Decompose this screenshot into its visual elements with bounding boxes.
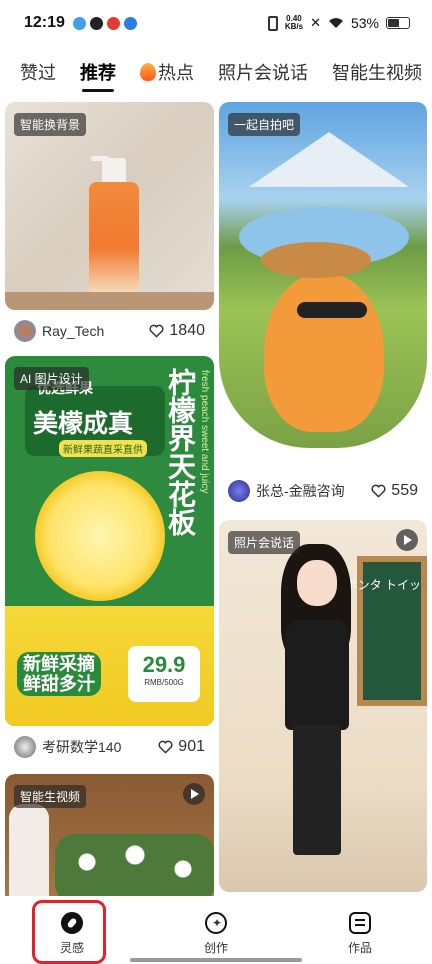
feed-grid[interactable]: 智能换背景 Ray_Tech 1840 优选鲜果 美檬成真 新鲜果蔬直采直供 柠…	[0, 100, 432, 896]
poster-headline: 美檬成真	[33, 410, 134, 438]
wifi-icon	[328, 18, 343, 28]
card-tag: 智能换背景	[14, 113, 87, 136]
heart-icon	[149, 324, 164, 338]
heart-icon	[371, 484, 386, 498]
price-unit: RMB/500G	[144, 678, 184, 687]
card-image[interactable]: ロボンタ トイッ 照片会说话	[219, 520, 427, 892]
tab-label: 热点	[158, 63, 194, 83]
tab-talking-photo[interactable]: 照片会说话	[218, 56, 308, 92]
card-tag: 智能生视频	[14, 785, 87, 808]
card-tag: 一起自拍吧	[228, 113, 301, 136]
card-image[interactable]: 智能换背景	[5, 102, 214, 310]
like-count: 559	[391, 482, 418, 499]
feed-card[interactable]: 智能换背景 Ray_Tech 1840	[5, 102, 214, 352]
card-meta: Ray_Tech 1840	[5, 310, 214, 352]
shelf-graphic	[5, 292, 214, 310]
net-speed: 0.40 KB/s	[285, 15, 303, 31]
card-image[interactable]: 智能生视频	[5, 774, 214, 896]
chef-graphic	[9, 804, 49, 896]
author-name[interactable]: Ray_Tech	[42, 323, 149, 339]
cat-glasses-graphic	[297, 302, 367, 318]
card-image[interactable]: 优选鲜果 美檬成真 新鲜果蔬直采直供 柠檬界天花板 fresh peach sw…	[5, 356, 214, 726]
tab-liked[interactable]: 赞过	[20, 56, 56, 92]
play-icon[interactable]	[396, 529, 418, 551]
nav-label: 创作	[203, 941, 228, 955]
avatar[interactable]	[228, 480, 250, 502]
status-app-icons	[72, 16, 137, 30]
poster-tagline: 新鲜果蔬直采直供	[59, 440, 147, 457]
like-count: 1840	[169, 322, 205, 339]
avatar[interactable]	[14, 320, 36, 342]
no-sim-icon: ✕	[310, 15, 321, 30]
play-icon[interactable]	[183, 783, 205, 805]
app-notification-icon	[89, 16, 103, 30]
bottle-graphic	[102, 158, 126, 184]
net-speed-unit: KB/s	[284, 22, 304, 31]
price-value: 29.9	[142, 652, 186, 677]
bottom-nav: 灵感 ✦ 创作 作品	[0, 896, 432, 964]
like-count: 901	[178, 738, 205, 755]
tab-label: 推荐	[80, 63, 116, 83]
poster-english: fresh peach sweet and juicy	[199, 370, 210, 494]
poster-slogan: 新鲜采摘 鲜甜多汁	[17, 652, 101, 696]
cat-hat-graphic	[261, 242, 371, 278]
home-indicator[interactable]	[130, 958, 302, 962]
category-tabs: 赞过 推荐 热点 照片会说话 智能生视频	[0, 56, 432, 96]
nav-inspiration[interactable]: 灵感	[0, 896, 144, 964]
avatar[interactable]	[14, 736, 36, 758]
vibrate-icon	[267, 15, 278, 31]
poster-slogan-line: 新鲜采摘	[23, 654, 95, 674]
app-notification-icon	[123, 16, 137, 30]
card-image[interactable]: 一起自拍吧	[219, 102, 427, 448]
sparkle-icon: ✦	[205, 912, 227, 934]
lemon-graphic	[35, 471, 165, 601]
compass-icon	[61, 912, 83, 934]
bottle-graphic	[89, 182, 139, 292]
tab-label: 智能生视频	[332, 63, 422, 83]
battery-percent: 53%	[350, 15, 379, 31]
nav-label: 灵感	[59, 941, 84, 955]
flowers-graphic	[55, 834, 214, 896]
tab-hot[interactable]: 热点	[140, 56, 194, 92]
teacher-graphic	[293, 725, 341, 855]
weibo-icon	[106, 16, 120, 30]
teacher-graphic	[297, 560, 337, 606]
heart-icon	[158, 740, 173, 754]
card-meta: 张总-金融咨询 559	[219, 470, 427, 512]
nav-works[interactable]: 作品	[288, 896, 432, 964]
fire-icon	[140, 63, 156, 81]
card-meta: 考研数学140 901	[5, 726, 214, 768]
like-button[interactable]: 559	[371, 482, 418, 500]
card-tag: 照片会说话	[228, 531, 301, 554]
price-badge: 29.9 RMB/500G	[128, 646, 200, 702]
mountain-graphic	[249, 132, 409, 187]
nav-label: 作品	[347, 941, 372, 955]
feed-card[interactable]: 一起自拍吧 张总-金融咨询 559	[219, 102, 427, 512]
status-bar: 12:19 0.40 KB/s ✕ 53%	[0, 0, 432, 46]
like-button[interactable]: 1840	[149, 322, 205, 340]
tab-label: 赞过	[20, 63, 56, 83]
list-icon	[349, 912, 371, 934]
tab-recommend[interactable]: 推荐	[80, 56, 116, 92]
author-name[interactable]: 张总-金融咨询	[256, 481, 371, 501]
card-tag: AI 图片设计	[14, 367, 89, 390]
nav-create[interactable]: ✦ 创作	[144, 896, 288, 964]
cat-graphic	[264, 272, 384, 432]
status-time: 12:19	[24, 14, 65, 31]
teacher-graphic	[285, 620, 349, 730]
feed-card[interactable]: ロボンタ トイッ 照片会说话	[219, 520, 427, 892]
app-notification-icon	[72, 16, 86, 30]
tab-label: 照片会说话	[218, 63, 308, 83]
tab-smart-video[interactable]: 智能生视频	[332, 56, 422, 92]
battery-icon	[386, 17, 410, 29]
feed-card[interactable]: 智能生视频	[5, 774, 214, 896]
poster-slogan-line: 鲜甜多汁	[23, 674, 95, 694]
author-name[interactable]: 考研数学140	[42, 737, 158, 757]
feed-card[interactable]: 优选鲜果 美檬成真 新鲜果蔬直采直供 柠檬界天花板 fresh peach sw…	[5, 356, 214, 768]
like-button[interactable]: 901	[158, 738, 205, 756]
status-right: 0.40 KB/s ✕ 53%	[267, 15, 410, 31]
poster-title: 柠檬界天花板	[165, 368, 196, 536]
